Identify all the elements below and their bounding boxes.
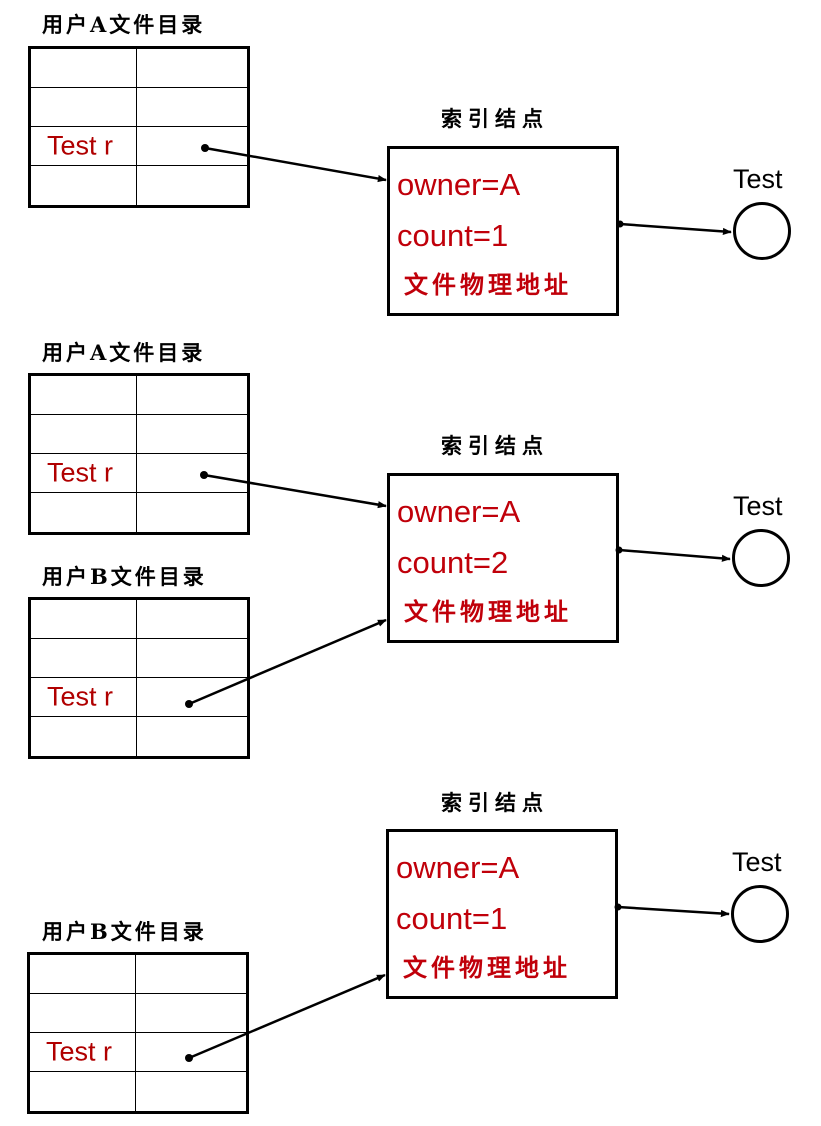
directory-to-inode-arrow — [188, 618, 387, 706]
inode-to-file-arrow — [617, 905, 730, 918]
directory-to-inode-arrow — [203, 473, 387, 509]
inode-to-file-arrow — [618, 548, 731, 562]
inode-to-file-arrow — [619, 222, 732, 236]
directory-to-inode-arrow — [188, 973, 386, 1060]
connector-arrows — [185, 144, 732, 1062]
directory-to-inode-arrow — [204, 146, 387, 183]
